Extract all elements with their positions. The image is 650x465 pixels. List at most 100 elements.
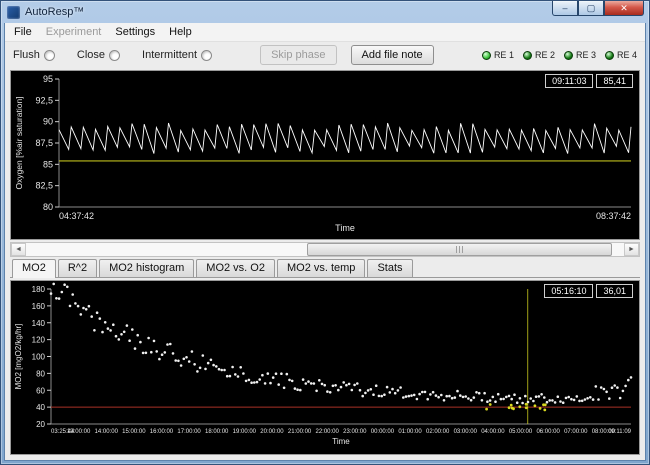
chart-tabs: MO2 R^2 MO2 histogram MO2 vs. O2 MO2 vs. tem… — [10, 258, 640, 278]
window-controls: – ▢ ✕ — [552, 1, 644, 16]
svg-text:100: 100 — [32, 353, 46, 362]
title-bar[interactable]: AutoResp™ – ▢ ✕ — [1, 1, 649, 23]
svg-text:60: 60 — [36, 386, 45, 395]
svg-text:16:00:00: 16:00:00 — [150, 429, 174, 435]
led-indicator-icon — [563, 50, 573, 60]
radio-intermittent[interactable]: Intermittent — [142, 49, 213, 61]
svg-text:80: 80 — [43, 202, 53, 212]
svg-text:Time: Time — [335, 223, 355, 233]
svg-text:80: 80 — [36, 369, 45, 378]
led-re-1: RE 1 — [481, 50, 514, 60]
menu-experiment[interactable]: Experiment — [39, 24, 109, 40]
svg-text:09:11:09: 09:11:09 — [608, 429, 632, 435]
maximize-button[interactable]: ▢ — [578, 1, 604, 16]
mo2-cursor-readout: 05:16:10 36,01 — [544, 284, 633, 298]
horizontal-scrollbar[interactable]: ◄ ► — [10, 242, 640, 257]
tab-mo2-vs-temp[interactable]: MO2 vs. temp — [276, 259, 366, 277]
led-label: RE 1 — [493, 50, 514, 60]
client-area: File Experiment Settings Help Flush Close Int… — [4, 23, 646, 461]
svg-text:95: 95 — [43, 74, 53, 84]
scroll-right-button[interactable]: ► — [624, 243, 639, 256]
svg-text:Oxygen [%air saturation]: Oxygen [%air saturation] — [14, 96, 24, 189]
tab-mo2-histogram[interactable]: MO2 histogram — [99, 259, 195, 277]
svg-text:06:00:00: 06:00:00 — [536, 429, 560, 435]
scrollbar-grip-icon — [455, 246, 464, 253]
svg-text:15:00:00: 15:00:00 — [122, 429, 146, 435]
toolbar: Flush Close Intermittent Skip phase Add fi… — [5, 42, 645, 68]
radio-circle-icon[interactable] — [201, 49, 213, 61]
scrollbar-track[interactable] — [26, 243, 624, 256]
oxygen-cursor-time: 09:11:03 — [545, 74, 594, 88]
svg-text:160: 160 — [32, 302, 46, 311]
svg-text:140: 140 — [32, 319, 46, 328]
svg-text:04:37:42: 04:37:42 — [59, 211, 94, 221]
phase-radio-group: Flush Close Intermittent — [13, 49, 234, 61]
oxygen-cursor-value: 85,41 — [596, 74, 633, 88]
minimize-button[interactable]: – — [552, 1, 578, 16]
led-re-2: RE 2 — [522, 50, 555, 60]
led-label: RE 2 — [534, 50, 555, 60]
led-label: RE 3 — [575, 50, 596, 60]
mo2-chart[interactable]: 180 160 140 120 100 80 60 40 20 03:25:44 13:00:00 1… — [10, 280, 640, 455]
add-file-note-button[interactable]: Add file note — [350, 45, 434, 65]
svg-text:Time: Time — [332, 437, 350, 446]
tab-stats[interactable]: Stats — [367, 259, 413, 277]
close-button[interactable]: ✕ — [604, 1, 644, 16]
oxygen-plot: 95 92,5 90 87,5 85 82,5 80 04:37:42 08:37:42 Time… — [14, 74, 632, 233]
svg-text:13:00:00: 13:00:00 — [67, 429, 91, 435]
mo2-cursor-time: 05:16:10 — [544, 284, 594, 298]
svg-text:82,5: 82,5 — [35, 181, 53, 191]
svg-text:17:00:00: 17:00:00 — [177, 429, 201, 435]
svg-text:MO2 [mgO2/kg/hr]: MO2 [mgO2/kg/hr] — [14, 324, 23, 390]
respirometer-led-group: RE 1 RE 2 RE 3 RE 4 — [481, 50, 637, 60]
scrollbar-thumb[interactable] — [307, 243, 613, 256]
menu-file[interactable]: File — [7, 24, 39, 40]
svg-text:87,5: 87,5 — [35, 138, 53, 148]
menu-settings[interactable]: Settings — [108, 24, 162, 40]
svg-text:07:00:00: 07:00:00 — [564, 429, 588, 435]
svg-text:21:00:00: 21:00:00 — [288, 429, 312, 435]
led-re-3: RE 3 — [563, 50, 596, 60]
tab-r-2[interactable]: R^2 — [57, 259, 98, 277]
tab-mo2-vs-o2[interactable]: MO2 vs. O2 — [196, 259, 275, 277]
led-indicator-icon — [522, 50, 532, 60]
radio-label: Close — [76, 49, 106, 61]
radio-close[interactable]: Close — [76, 49, 121, 61]
oxygen-cursor-readout: 09:11:03 85,41 — [545, 74, 633, 88]
radio-circle-icon[interactable] — [43, 49, 55, 61]
svg-text:01:00:00: 01:00:00 — [398, 429, 422, 435]
tab-mo2[interactable]: MO2 — [12, 259, 56, 278]
mo2-cursor-value: 36,01 — [596, 284, 633, 298]
scroll-left-button[interactable]: ◄ — [11, 243, 26, 256]
menu-help[interactable]: Help — [162, 24, 199, 40]
svg-text:85: 85 — [43, 159, 53, 169]
svg-text:40: 40 — [36, 403, 45, 412]
svg-text:05:00:00: 05:00:00 — [509, 429, 533, 435]
radio-label: Intermittent — [142, 49, 198, 61]
radio-flush[interactable]: Flush — [13, 49, 55, 61]
skip-phase-button[interactable]: Skip phase — [260, 45, 337, 65]
svg-text:08:37:42: 08:37:42 — [596, 211, 631, 221]
svg-text:22:00:00: 22:00:00 — [316, 429, 340, 435]
radio-circle-icon[interactable] — [109, 49, 121, 61]
svg-text:02:00:00: 02:00:00 — [426, 429, 450, 435]
svg-text:00:00:00: 00:00:00 — [371, 429, 395, 435]
led-indicator-icon — [604, 50, 614, 60]
svg-text:03:00:00: 03:00:00 — [454, 429, 478, 435]
menu-bar: File Experiment Settings Help — [5, 23, 645, 42]
window-title: AutoResp™ — [25, 6, 85, 18]
svg-text:23:00:00: 23:00:00 — [343, 429, 367, 435]
svg-text:20:00:00: 20:00:00 — [260, 429, 284, 435]
led-re-4: RE 4 — [604, 50, 637, 60]
svg-text:180: 180 — [32, 285, 46, 294]
oxygen-chart[interactable]: 95 92,5 90 87,5 85 82,5 80 04:37:42 08:37:42 Time… — [10, 70, 640, 240]
led-indicator-icon — [481, 50, 491, 60]
svg-text:92,5: 92,5 — [35, 95, 53, 105]
svg-text:20: 20 — [36, 420, 45, 429]
svg-text:14:00:00: 14:00:00 — [95, 429, 119, 435]
svg-text:04:00:00: 04:00:00 — [481, 429, 505, 435]
mo2-plot: 1801601401201008060402003:25:4413:00:00 1… — [14, 282, 633, 446]
svg-text:18:00:00: 18:00:00 — [205, 429, 229, 435]
svg-text:120: 120 — [32, 336, 46, 345]
svg-text:19:00:00: 19:00:00 — [233, 429, 257, 435]
